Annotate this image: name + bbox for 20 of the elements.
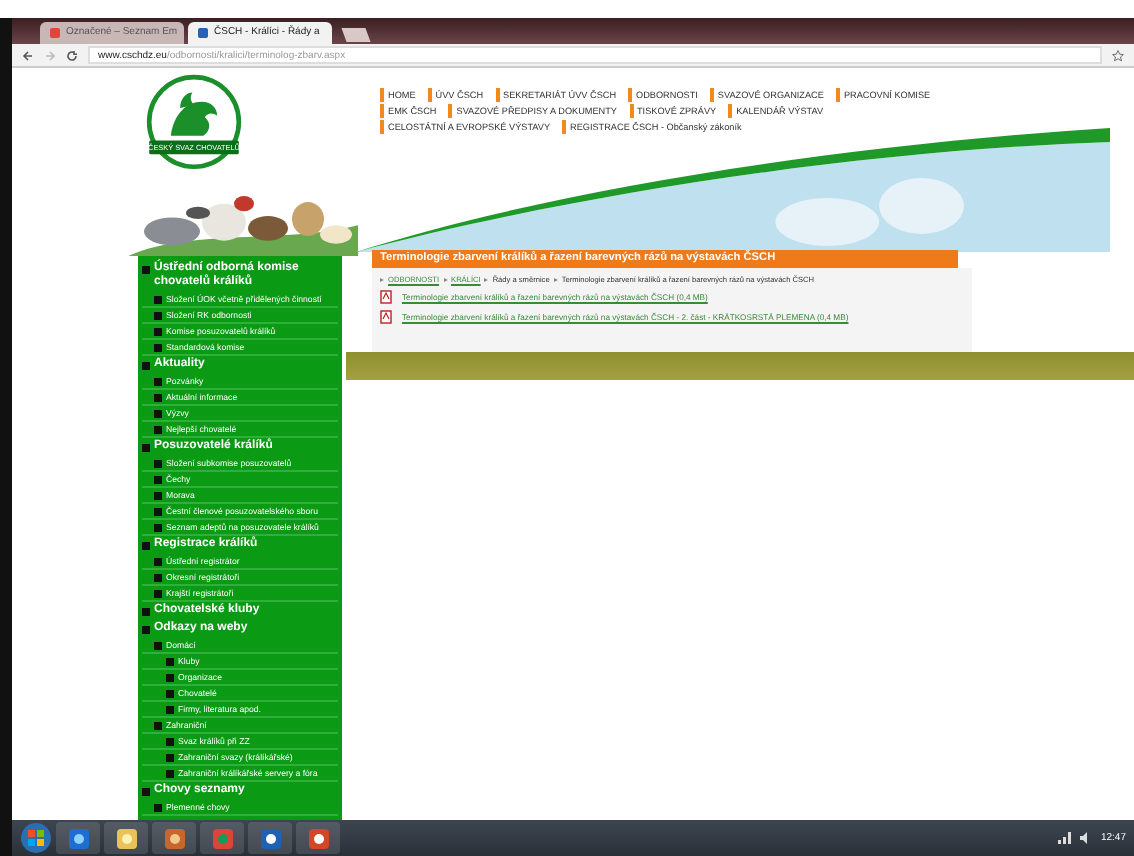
taskbar-app-button[interactable]	[296, 822, 340, 854]
back-icon[interactable]	[22, 49, 34, 61]
app-icon	[307, 827, 329, 849]
app-icon	[163, 827, 185, 849]
star-icon[interactable]	[1112, 49, 1124, 61]
reload-icon[interactable]	[66, 49, 78, 61]
taskbar-app-button[interactable]	[248, 822, 292, 854]
taskbar-app-button[interactable]	[104, 822, 148, 854]
pdf-icon	[380, 290, 392, 304]
taskbar-app-button[interactable]	[152, 822, 196, 854]
start-icon[interactable]	[20, 822, 52, 854]
app-icon	[115, 827, 137, 849]
network-icon[interactable]	[1058, 832, 1073, 844]
new-tab-button[interactable]	[341, 28, 371, 42]
app-icon	[211, 827, 233, 849]
speaker-icon[interactable]	[1080, 832, 1093, 844]
pdf-icon	[380, 310, 392, 324]
app-icon	[67, 827, 89, 849]
taskbar-app-button[interactable]	[56, 822, 100, 854]
app-icon	[259, 827, 281, 849]
